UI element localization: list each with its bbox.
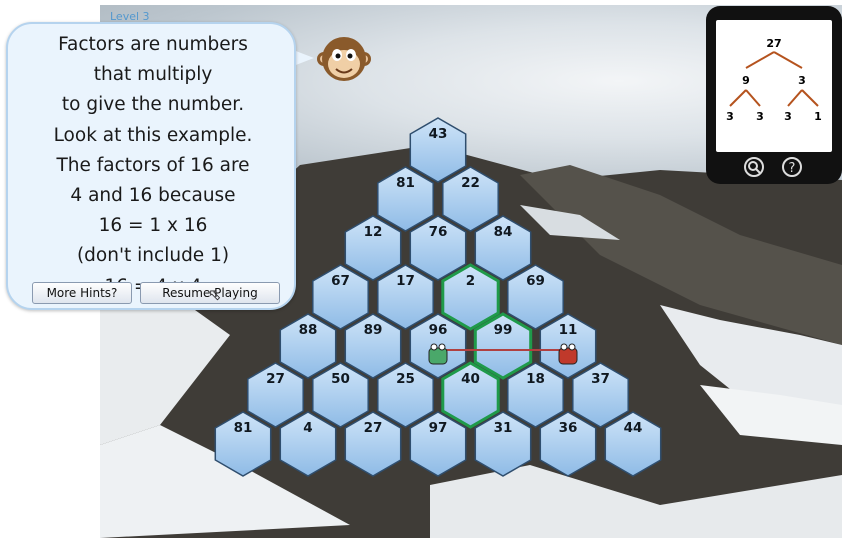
factor-tree-screen: 27 9 3 3 3 3 1 — [716, 20, 832, 152]
hex-number: 31 — [494, 420, 513, 436]
hex-number: 97 — [429, 420, 448, 436]
hex-number: 22 — [461, 175, 480, 191]
hint-line: to give the number. — [61, 94, 245, 116]
hint-line: that multiply — [93, 64, 213, 86]
hint-line: Factors are numbers — [58, 34, 248, 55]
hex-number: 12 — [364, 224, 383, 240]
hex-number: 4 — [303, 420, 312, 436]
hint-line: Look at this example. — [53, 124, 253, 146]
magnifier-icon[interactable] — [744, 157, 764, 177]
monkey-mascot-icon — [317, 37, 371, 81]
hex-number: 37 — [591, 371, 610, 387]
hint-line: (don't include 1) — [76, 245, 230, 267]
hint-text: Factors are numbers that multiply to giv… — [12, 30, 294, 302]
hex-number: 44 — [624, 420, 643, 436]
hex-number: 81 — [234, 420, 253, 436]
tree-root: 27 — [766, 37, 781, 50]
mouse-cursor-icon: ⬁ — [208, 285, 222, 304]
hint-phone: 27 9 3 3 3 3 1 ? — [706, 6, 842, 184]
hex-number: 81 — [396, 175, 415, 191]
hint-line: The factors of 16 are — [56, 154, 250, 176]
hex-number: 84 — [494, 224, 513, 240]
tree-leaf: 3 — [756, 110, 764, 123]
hex-number: 27 — [266, 371, 285, 387]
hex-number: 89 — [364, 322, 383, 338]
hex-number: 36 — [559, 420, 578, 436]
tree-node: 9 — [742, 74, 750, 87]
hex-number: 88 — [299, 322, 318, 338]
tree-node: 3 — [798, 74, 806, 87]
hint-line: 16 = 1 x 16 — [98, 215, 208, 237]
hex-number: 27 — [364, 420, 383, 436]
hex-number: 99 — [494, 322, 513, 338]
hex-cell[interactable]: 99 — [473, 312, 533, 380]
hex-number: 67 — [331, 273, 350, 289]
hex-number: 2 — [466, 273, 475, 289]
hint-line: 4 and 16 because — [70, 185, 236, 207]
hex-cell[interactable]: 40 — [441, 361, 500, 429]
hex-number: 40 — [461, 371, 480, 387]
hex-number: 18 — [526, 371, 545, 387]
hex-number: 11 — [559, 322, 578, 338]
tree-leaf: 3 — [726, 110, 734, 123]
hex-number: 25 — [396, 371, 415, 387]
tree-leaf: 1 — [814, 110, 822, 123]
more-hints-button[interactable]: More Hints? — [32, 282, 132, 304]
hint-bubble: Factors are numbers that multiply to giv… — [6, 22, 296, 310]
hex-number: 50 — [331, 371, 350, 387]
hex-number: 96 — [429, 322, 448, 338]
hex-number: 69 — [526, 273, 545, 289]
tree-leaf: 3 — [784, 110, 792, 123]
help-icon[interactable]: ? — [782, 157, 802, 177]
factor-tree: 27 9 3 3 3 3 1 — [726, 37, 822, 123]
hex-cell[interactable]: 2 — [441, 263, 500, 331]
hex-number: 17 — [396, 273, 415, 289]
hex-number: 43 — [429, 126, 448, 142]
hex-number: 76 — [429, 224, 448, 240]
